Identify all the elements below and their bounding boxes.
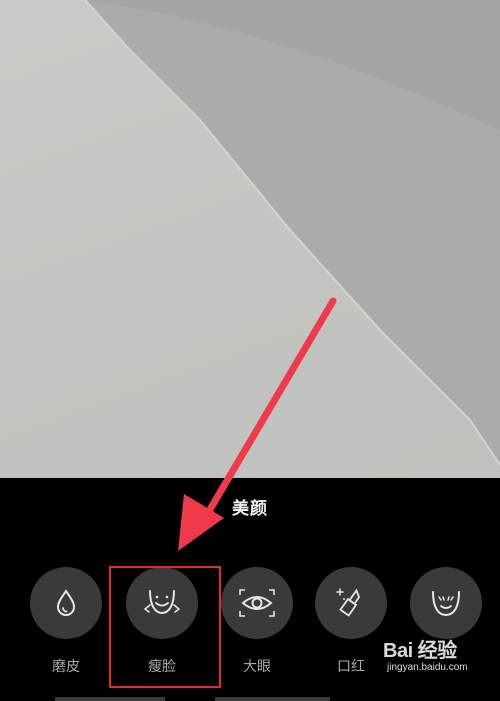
eye-icon [239, 589, 275, 617]
tool-label: 口红 [337, 658, 365, 674]
tool-label: 大眼 [243, 658, 271, 674]
tool-smooth-skin[interactable]: 磨皮 [29, 567, 103, 676]
tool-circle[interactable] [315, 567, 387, 639]
droplet-icon [56, 589, 76, 616]
beauty-camera-screen: 美颜 磨皮 瘦脸 大眼 口红 Bai 经验 jingyan.baidu.com [0, 0, 500, 701]
tool-label: 磨皮 [52, 658, 80, 674]
ceiling-background [84, 0, 500, 466]
lipstick-icon [336, 588, 361, 617]
tool-circle[interactable] [410, 567, 482, 639]
camera-preview [0, 0, 500, 478]
smile-face-icon [432, 591, 460, 617]
tool-lipstick[interactable]: 口红 [314, 567, 388, 676]
bottom-divider [215, 697, 330, 701]
baidu-jingyan-watermark: Bai 经验 jingyan.baidu.com [383, 640, 498, 674]
tool-big-eyes[interactable]: 大眼 [220, 567, 294, 676]
watermark-url: jingyan.baidu.com [387, 662, 468, 673]
tool-circle[interactable] [221, 567, 293, 639]
panel-title: 美颜 [232, 499, 268, 518]
tool-circle[interactable] [30, 567, 102, 639]
watermark-brand: Bai 经验 [383, 640, 457, 662]
annotation-highlight-box [109, 566, 221, 688]
bottom-divider [55, 697, 165, 701]
